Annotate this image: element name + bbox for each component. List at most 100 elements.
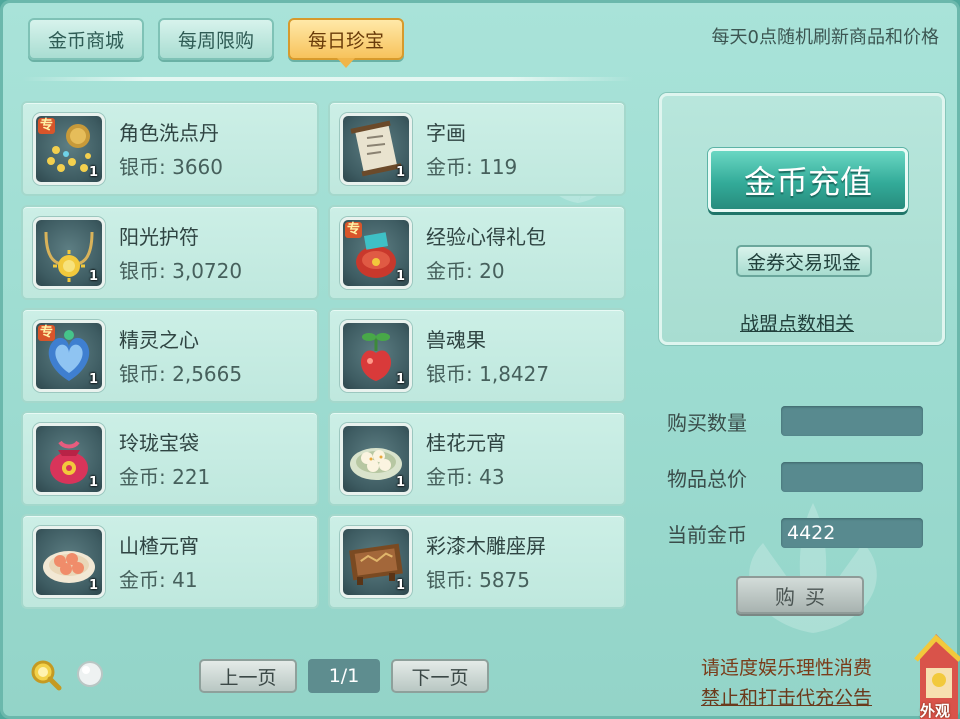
item-slot: 1	[340, 526, 412, 598]
shop-item-card[interactable]: 1 兽魂果 银币: 1,8427	[328, 308, 626, 403]
price-value: 3,0720	[172, 259, 243, 283]
item-name: 桂花元宵	[426, 431, 506, 455]
shop-item-card[interactable]: 专 1 精灵之心 银币: 2,5665	[21, 308, 319, 403]
shop-item-card[interactable]: 1 山楂元宵 金币: 41	[21, 514, 319, 609]
shop-item-card[interactable]: 1 桂花元宵 金币: 43	[328, 411, 626, 506]
refresh-notice: 每天0点随机刷新商品和价格	[711, 27, 939, 48]
buy-button[interactable]: 购买	[736, 576, 864, 614]
item-price: 金币: 43	[426, 465, 505, 489]
anti-proxy-recharge-link[interactable]: 禁止和打击代充公告	[701, 683, 872, 710]
item-price: 金币: 20	[426, 259, 505, 283]
currency-label: 金币	[119, 465, 159, 489]
shop-item-card[interactable]: 1 玲珑宝袋 金币: 221	[21, 411, 319, 506]
item-name: 精灵之心	[119, 328, 199, 352]
price-value: 41	[172, 568, 198, 592]
exclusive-badge: 专	[38, 118, 56, 134]
tab-label: 每周限购	[177, 29, 254, 52]
price-value: 20	[479, 259, 505, 283]
item-name: 山楂元宵	[119, 534, 199, 558]
item-price: 金币: 41	[119, 568, 198, 592]
currency-label: 银币	[119, 259, 159, 283]
item-name: 角色洗点丹	[119, 121, 219, 145]
current-gold-label: 当前金币	[667, 523, 747, 547]
divider	[23, 77, 633, 81]
currency-label: 银币	[426, 362, 466, 386]
voucher-trade-button[interactable]: 金券交易现金	[736, 245, 872, 277]
item-slot: 1	[340, 320, 412, 392]
price-value: 119	[479, 155, 518, 179]
item-price: 金币: 221	[119, 465, 211, 489]
item-quantity: 1	[395, 165, 405, 180]
recharge-button[interactable]: 金币充值	[708, 148, 908, 212]
tab-label: 金币商城	[47, 29, 124, 52]
shop-item-card[interactable]: 1 彩漆木雕座屏 银币: 5875	[328, 514, 626, 609]
price-value: 1,8427	[479, 362, 550, 386]
item-quantity: 1	[88, 165, 98, 180]
price-value: 2,5665	[172, 362, 243, 386]
prev-page-button[interactable]: 上一页	[199, 659, 297, 693]
shop-item-card[interactable]: 专 1 经验心得礼包 金币: 20	[328, 205, 626, 300]
shop-item-card[interactable]: 1 字画 金币: 119	[328, 101, 626, 196]
item-quantity: 1	[395, 578, 405, 593]
item-name: 经验心得礼包	[426, 225, 546, 249]
next-page-button[interactable]: 下一页	[391, 659, 489, 693]
item-price: 银币: 5875	[426, 568, 531, 592]
item-slot: 1	[33, 526, 105, 598]
price-value: 43	[479, 465, 505, 489]
item-name: 阳光护符	[119, 225, 199, 249]
shop-window: 金币商城 每周限购 每日珍宝 每天0点随机刷新商品和价格 专 1 角色洗点丹 银…	[0, 0, 960, 719]
moderate-spending-notice: 请适度娱乐理性消费	[701, 657, 873, 679]
item-slot: 1	[340, 423, 412, 495]
tab-weekly-limited[interactable]: 每周限购	[158, 18, 274, 60]
quantity-label: 购买数量	[667, 411, 747, 435]
exclusive-badge: 专	[38, 325, 56, 341]
current-gold-field: 4422	[781, 518, 923, 548]
pearl-icon[interactable]	[75, 659, 105, 689]
item-price: 银币: 3,0720	[119, 259, 243, 283]
item-quantity: 1	[88, 269, 98, 284]
price-value: 3660	[172, 155, 224, 179]
item-slot: 1	[33, 423, 105, 495]
item-price: 银币: 1,8427	[426, 362, 550, 386]
currency-label: 金币	[119, 568, 159, 592]
item-slot: 专 1	[33, 113, 105, 185]
item-price: 银币: 3660	[119, 155, 224, 179]
item-slot: 专 1	[33, 320, 105, 392]
currency-label: 银币	[426, 568, 466, 592]
mascot-label: 外观	[920, 702, 951, 719]
search-icon[interactable]	[29, 658, 63, 692]
currency-label: 金币	[426, 259, 466, 283]
shop-item-card[interactable]: 1 阳光护符 银币: 3,0720	[21, 205, 319, 300]
item-name: 字画	[426, 121, 466, 145]
item-quantity: 1	[88, 372, 98, 387]
item-quantity: 1	[88, 578, 98, 593]
currency-label: 银币	[119, 362, 159, 386]
price-value: 221	[172, 465, 211, 489]
quantity-input[interactable]	[781, 406, 923, 436]
tab-label: 每日珍宝	[307, 29, 384, 52]
currency-label: 银币	[119, 155, 159, 179]
price-value: 5875	[479, 568, 531, 592]
item-price: 银币: 2,5665	[119, 362, 243, 386]
alliance-points-link[interactable]: 战盟点数相关	[740, 309, 854, 336]
currency-label: 金币	[426, 155, 466, 179]
item-quantity: 1	[395, 269, 405, 284]
item-quantity: 1	[395, 372, 405, 387]
item-quantity: 1	[88, 475, 98, 490]
total-price-field	[781, 462, 923, 492]
item-price: 金币: 119	[426, 155, 518, 179]
exclusive-badge: 专	[345, 222, 363, 238]
item-slot: 专 1	[340, 217, 412, 289]
shop-item-card[interactable]: 专 1 角色洗点丹 银币: 3660	[21, 101, 319, 196]
page-indicator: 1/1	[308, 659, 380, 693]
item-quantity: 1	[395, 475, 405, 490]
currency-label: 金币	[426, 465, 466, 489]
item-slot: 1	[340, 113, 412, 185]
lotus-decoration-icon	[749, 503, 877, 633]
recharge-panel: 金币充值 金券交易现金 战盟点数相关	[659, 93, 945, 345]
tab-daily-treasure[interactable]: 每日珍宝	[288, 18, 404, 68]
item-name: 兽魂果	[426, 328, 486, 352]
item-slot: 1	[33, 217, 105, 289]
item-name: 彩漆木雕座屏	[426, 534, 546, 558]
tab-gold-shop[interactable]: 金币商城	[28, 18, 144, 60]
